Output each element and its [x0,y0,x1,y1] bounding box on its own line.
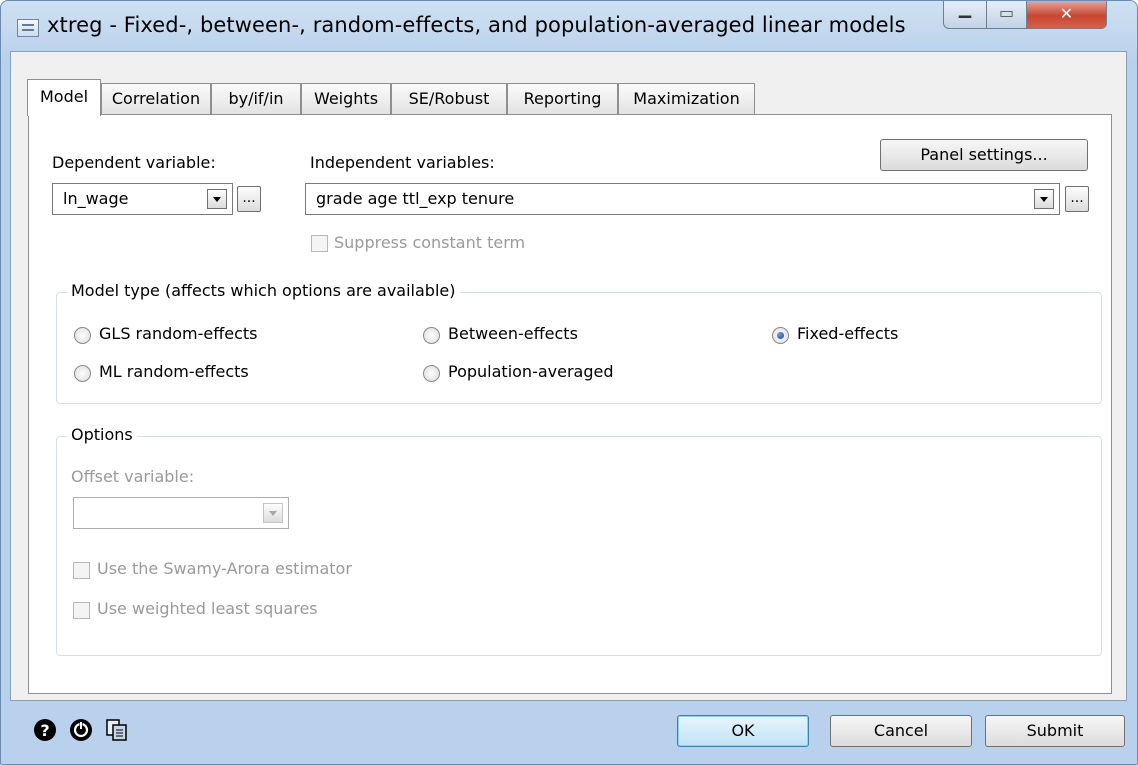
suppress-constant-label: Suppress constant term [334,233,526,252]
weighted-least-squares-checkbox[interactable] [73,602,90,619]
independent-dropdown-icon[interactable] [1034,189,1054,209]
model-tab-panel: Dependent variable: ln_wage ... Independ… [28,114,1112,694]
submit-button[interactable]: Submit [985,715,1125,747]
options-group: Options Offset variable: Use the Swamy-A… [56,425,1102,656]
dependent-variable-browse-button[interactable]: ... [237,186,261,212]
maximize-button[interactable]: ▭ [987,1,1027,29]
close-button[interactable]: ✕ [1027,1,1107,29]
window-title: xtreg - Fixed-, between-, random-effects… [47,13,906,37]
reset-icon[interactable] [69,718,93,742]
tab-model[interactable]: Model [27,79,101,116]
help-icon[interactable]: ? [33,718,57,742]
minimize-button[interactable]: ▁ [943,1,987,29]
title-bar[interactable]: xtreg - Fixed-, between-, random-effects… [1,1,1137,53]
options-title: Options [67,425,137,444]
copy-icon[interactable] [105,718,129,742]
dialog-window: xtreg - Fixed-, between-, random-effects… [0,0,1138,765]
svg-text:?: ? [40,721,49,740]
cancel-button[interactable]: Cancel [830,715,972,747]
ml-random-effects-radio[interactable] [74,365,91,382]
tab-maximization[interactable]: Maximization [618,83,755,115]
fixed-effects-label: Fixed-effects [797,324,899,343]
population-averaged-label: Population-averaged [448,362,614,381]
weighted-least-squares-label: Use weighted least squares [97,599,318,618]
window-controls: ▁ ▭ ✕ [943,1,1123,33]
close-icon: ✕ [1059,4,1074,23]
offset-variable-combo[interactable] [73,497,289,529]
tab-reporting[interactable]: Reporting [507,83,618,115]
offset-dropdown-icon[interactable] [263,503,283,523]
between-effects-label: Between-effects [448,324,578,343]
tab-by-if-in[interactable]: by/if/in [211,83,301,115]
offset-variable-label: Offset variable: [71,467,195,486]
fixed-effects-radio[interactable] [772,327,789,344]
suppress-constant-checkbox[interactable] [311,235,328,252]
gls-random-effects-radio[interactable] [74,327,91,344]
independent-variables-combo[interactable]: grade age ttl_exp tenure [305,183,1060,215]
maximize-icon: ▭ [998,3,1015,22]
dependent-dropdown-icon[interactable] [207,189,227,209]
tab-se-robust[interactable]: SE/Robust [391,83,507,115]
between-effects-radio[interactable] [423,327,440,344]
gls-random-effects-label: GLS random-effects [99,324,258,343]
model-type-title: Model type (affects which options are av… [67,281,460,300]
ok-button[interactable]: OK [677,715,809,747]
population-averaged-radio[interactable] [423,365,440,382]
panel-settings-button[interactable]: Panel settings... [880,139,1088,171]
minimize-icon: ▁ [958,0,972,18]
dependent-variable-value: ln_wage [63,189,129,208]
swamy-arora-checkbox[interactable] [73,562,90,579]
swamy-arora-label: Use the Swamy-Arora estimator [97,559,352,578]
independent-variables-value: grade age ttl_exp tenure [316,189,515,208]
independent-variables-label: Independent variables: [310,153,495,172]
tab-correlation[interactable]: Correlation [101,83,211,115]
dependent-variable-label: Dependent variable: [52,153,216,172]
ml-random-effects-label: ML random-effects [99,362,249,381]
app-icon [17,19,39,37]
tab-weights[interactable]: Weights [301,83,391,115]
model-type-group: Model type (affects which options are av… [56,281,1102,404]
dependent-variable-combo[interactable]: ln_wage [52,183,233,215]
independent-variables-browse-button[interactable]: ... [1065,186,1089,212]
